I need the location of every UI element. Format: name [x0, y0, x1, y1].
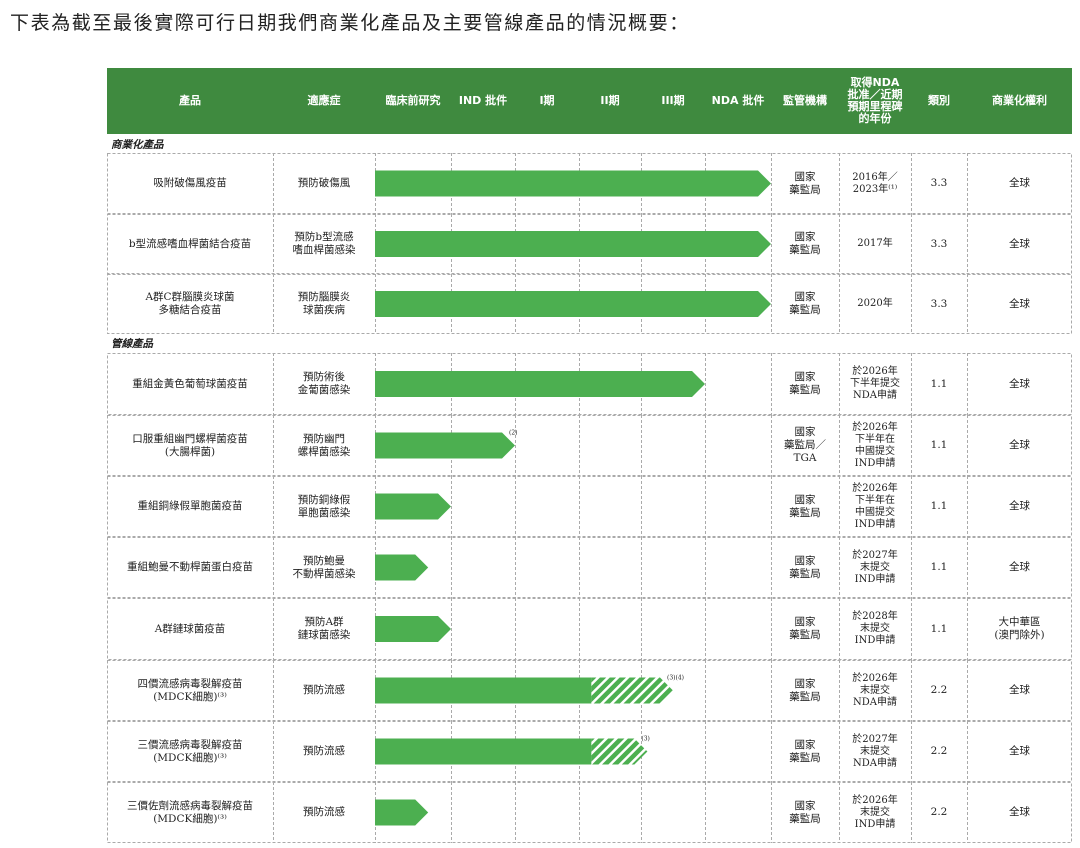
cell-product: 三價佐劑流感病毒裂解疫苗 (MDCK細胞)⁽³⁾ — [127, 799, 253, 825]
cell-regulator: 國家 藥監局 — [789, 371, 821, 396]
cell-regulator: 國家 藥監局 — [789, 677, 821, 703]
cell-milestone: 於2026年 末提交 IND申請 — [852, 794, 898, 830]
cell-milestone: 於2027年 末提交 NDA申請 — [852, 733, 898, 769]
cell-regulator: 國家 藥監局 — [789, 493, 821, 519]
cell-rights: 全球 — [1009, 237, 1030, 250]
cell-product: b型流感嗜血桿菌結合疫苗 — [128, 237, 252, 250]
cell-milestone: 於2026年 末提交 NDA申請 — [852, 672, 898, 708]
table-row: 重組銅綠假單胞菌疫苗 預防銅綠假 單胞菌感染 國家 藥監局 於2026年 下半年在 中… — [107, 476, 1072, 537]
cell-indication: 預防b型流感 嗜血桿菌感染 — [292, 231, 356, 256]
cell-milestone: 2017年 — [857, 238, 893, 249]
cell-rights: 全球 — [1009, 806, 1030, 818]
cell-indication: 預防流感 — [303, 684, 345, 696]
table-row: 口服重組幽門螺桿菌疫苗 (大腸桿菌) 預防幽門 螺桿菌感染 國家 藥監局／ TGA 於… — [107, 415, 1072, 476]
cell-product: A群C群腦膜炎球菌 多糖結合疫苗 — [145, 291, 235, 316]
cell-category: 1.1 — [930, 622, 948, 635]
cell-indication: 預防腦膜炎 球菌疾病 — [297, 291, 351, 316]
cell-rights: 全球 — [1009, 177, 1030, 189]
cell-product: 吸附破傷風疫苗 — [153, 177, 227, 189]
cell-indication: 預防流感 — [303, 806, 345, 818]
cell-milestone: 於2026年 下半年提交 NDA申請 — [850, 366, 900, 401]
cell-rights: 全球 — [1009, 561, 1030, 573]
cell-milestone: 於2026年 下半年在 中國提交 IND申請 — [852, 421, 898, 469]
cell-category: 3.3 — [930, 237, 948, 250]
table-row: 重組鮑曼不動桿菌蛋白疫苗 預防鮑曼 不動桿菌感染 國家 藥監局 於2027年 末提交 … — [107, 537, 1072, 598]
cell-indication: 預防A群 鏈球菌感染 — [297, 616, 351, 641]
cell-product: 三價流感病毒裂解疫苗 (MDCK細胞)⁽³⁾ — [137, 738, 243, 764]
cell-category: 2.2 — [930, 806, 948, 818]
cell-category: 3.3 — [930, 297, 948, 310]
cell-product: 口服重組幽門螺桿菌疫苗 (大腸桿菌) — [132, 432, 248, 458]
cell-category: 2.2 — [930, 745, 948, 757]
cell-rights: 全球 — [1009, 745, 1030, 757]
cell-category: 1.1 — [930, 377, 948, 390]
cell-regulator: 國家 藥監局 — [789, 291, 821, 316]
cell-product: 重組銅綠假單胞菌疫苗 — [137, 500, 243, 512]
cell-indication: 預防流感 — [303, 745, 345, 757]
cell-milestone: 於2026年 下半年在 中國提交 IND申請 — [852, 482, 898, 530]
pipeline-table: 產品 適應症 臨床前研究 IND 批件 I期 II期 III期 NDA 批件 監… — [107, 68, 1072, 844]
cell-rights: 全球 — [1009, 377, 1030, 390]
table-row: 三價流感病毒裂解疫苗 (MDCK細胞)⁽³⁾ 預防流感 國家 藥監局 於2027年 末… — [107, 721, 1072, 782]
cell-indication: 預防幽門 螺桿菌感染 — [297, 432, 351, 458]
table-row: 四價流感病毒裂解疫苗 (MDCK細胞)⁽³⁾ 預防流感 國家 藥監局 於2026年 末… — [107, 660, 1072, 721]
cell-rights: 全球 — [1009, 500, 1030, 512]
cell-category: 3.3 — [930, 177, 948, 189]
cell-category: 1.1 — [930, 439, 948, 451]
intro-text: 下表為截至最後實際可行日期我們商業化產品及主要管線產品的情況概要： — [10, 12, 690, 34]
cell-rights: 全球 — [1009, 684, 1030, 696]
cell-regulator: 國家 藥監局／ TGA — [784, 426, 826, 464]
cell-indication: 預防術後 金葡菌感染 — [297, 371, 351, 396]
table-row: A群C群腦膜炎球菌 多糖結合疫苗 預防腦膜炎 球菌疾病 國家 藥監局 2020年 3.3… — [107, 274, 1072, 334]
cell-indication: 預防破傷風 — [297, 177, 351, 189]
cell-indication: 預防鮑曼 不動桿菌感染 — [292, 554, 356, 580]
cell-milestone: 於2027年 末提交 IND申請 — [852, 549, 898, 585]
cell-category: 1.1 — [930, 500, 948, 512]
cell-milestone: 於2028年 末提交 IND申請 — [852, 611, 898, 646]
cell-regulator: 國家 藥監局 — [789, 799, 821, 825]
cell-regulator: 國家 藥監局 — [789, 616, 821, 641]
cell-milestone: 2020年 — [857, 298, 893, 309]
cell-regulator: 國家 藥監局 — [789, 170, 821, 196]
cell-product: 四價流感病毒裂解疫苗 (MDCK細胞)⁽³⁾ — [137, 677, 243, 703]
cell-rights: 全球 — [1009, 439, 1030, 451]
cell-rights: 大中華區 (澳門除外) — [994, 616, 1045, 641]
table-row: 重組金黃色葡萄球菌疫苗 預防術後 金葡菌感染 國家 藥監局 於2026年 下半年提交 … — [107, 353, 1072, 415]
cell-product: A群鏈球菌疫苗 — [154, 622, 226, 635]
cell-indication: 預防銅綠假 單胞菌感染 — [297, 493, 351, 519]
cell-regulator: 國家 藥監局 — [789, 231, 821, 256]
cell-product: 重組金黃色葡萄球菌疫苗 — [132, 377, 248, 390]
cell-milestone: 2016年／ 2023年⁽¹⁾ — [852, 171, 898, 195]
table-row: A群鏈球菌疫苗 預防A群 鏈球菌感染 國家 藥監局 於2028年 末提交 IND申請 1… — [107, 598, 1072, 660]
table-row: 三價佐劑流感病毒裂解疫苗 (MDCK細胞)⁽³⁾ 預防流感 國家 藥監局 於2026年… — [107, 782, 1072, 843]
cell-regulator: 國家 藥監局 — [789, 554, 821, 580]
cell-rights: 全球 — [1009, 297, 1030, 310]
table-row: 吸附破傷風疫苗 預防破傷風 國家 藥監局 2016年／ 2023年⁽¹⁾ 3.3 全球 — [107, 153, 1072, 214]
cell-product: 重組鮑曼不動桿菌蛋白疫苗 — [127, 561, 253, 573]
table-row: b型流感嗜血桿菌結合疫苗 預防b型流感 嗜血桿菌感染 國家 藥監局 2017年 3.3 全… — [107, 214, 1072, 274]
cell-category: 2.2 — [930, 684, 948, 696]
cell-category: 1.1 — [930, 561, 948, 573]
cell-regulator: 國家 藥監局 — [789, 738, 821, 764]
